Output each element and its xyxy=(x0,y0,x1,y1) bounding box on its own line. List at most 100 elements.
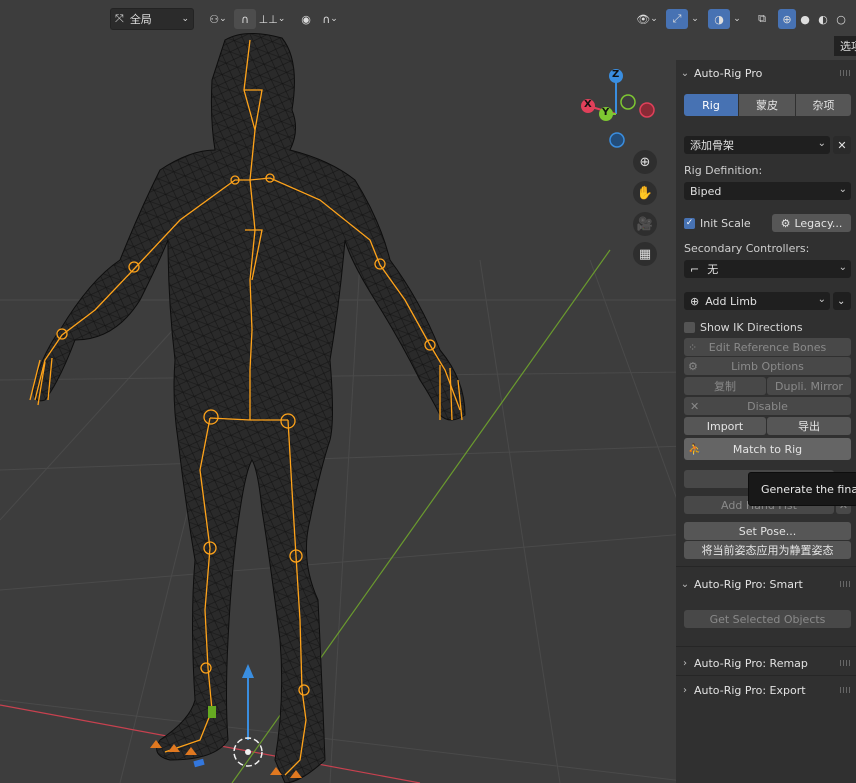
checkbox-unchecked-icon xyxy=(684,321,695,333)
rig-definition-row: Biped ⌄ xyxy=(684,182,851,200)
shading-solid[interactable]: ● xyxy=(796,9,814,29)
add-limb-label: Add Limb xyxy=(705,294,757,308)
add-armature-value: 添加骨架 xyxy=(690,139,734,152)
hand-icon: ✋ xyxy=(636,185,654,201)
add-limb-options-dropdown[interactable]: ⌄ xyxy=(833,292,851,310)
remap-section-title: Auto-Rig Pro: Remap xyxy=(694,656,808,670)
ortho-toggle-button[interactable]: ▦ xyxy=(633,242,657,266)
chevron-down-icon: ⌄ xyxy=(733,14,741,24)
eye-icon: 👁 xyxy=(636,12,651,26)
chevron-right-icon: › xyxy=(683,684,687,696)
chevron-down-icon: ⌄ xyxy=(838,184,847,195)
origin-gizmo[interactable] xyxy=(233,664,263,767)
add-armature-dropdown[interactable]: 添加骨架 ⌄ xyxy=(684,136,830,154)
chevron-down-icon: ⌄ xyxy=(680,67,690,79)
add-limb-dropdown[interactable]: ⊕ Add Limb ⌄ xyxy=(684,292,830,310)
camera-view-button[interactable]: 🎥 xyxy=(633,212,657,236)
rig-definition-dropdown[interactable]: Biped ⌄ xyxy=(684,182,851,200)
sidebar-tab[interactable]: 选项 xyxy=(834,36,856,56)
legacy-button[interactable]: ⚙ Legacy... xyxy=(772,214,851,232)
section-header-export[interactable]: › Auto-Rig Pro: Export xyxy=(676,679,856,701)
falloff-curve-icon: ∩ xyxy=(322,12,331,26)
falloff-dropdown[interactable]: ∩ ⌄ xyxy=(316,9,344,29)
tab-skin[interactable]: 蒙皮 xyxy=(739,94,795,116)
chevron-down-icon: ⌄ xyxy=(817,138,826,149)
section-header-smart[interactable]: ⌄ Auto-Rig Pro: Smart xyxy=(676,573,856,595)
tab-misc[interactable]: 杂项 xyxy=(796,94,851,116)
gizmo-toggle[interactable]: ⤢ xyxy=(666,9,688,29)
add-limb-row: ⊕ Add Limb ⌄ ⌄ xyxy=(684,292,851,310)
drag-grip-icon[interactable] xyxy=(840,70,850,76)
shading-wireframe[interactable]: ⊕ xyxy=(778,9,796,29)
section-header-remap[interactable]: › Auto-Rig Pro: Remap xyxy=(676,652,856,674)
section-divider xyxy=(676,566,856,567)
rig-figure-icon: ⛹ xyxy=(688,442,702,456)
disable-button[interactable]: ✕ Disable xyxy=(684,397,851,415)
proportional-icon: ◉ xyxy=(301,12,311,26)
visibility-dropdown[interactable]: 👁 ⌄ xyxy=(632,9,662,29)
shading-material[interactable]: ◐ xyxy=(814,9,832,29)
export-section-title: Auto-Rig Pro: Export xyxy=(694,683,806,697)
rig-definition-label: Rig Definition: xyxy=(684,164,763,177)
drag-grip-icon[interactable] xyxy=(840,581,850,587)
import-button[interactable]: Import xyxy=(684,417,766,435)
init-scale-checkbox[interactable]: ✓ Init Scale xyxy=(684,217,770,230)
zoom-button[interactable]: ⊕ xyxy=(633,150,657,174)
tab-rig[interactable]: Rig xyxy=(684,94,738,116)
chevron-down-icon: ⌄ xyxy=(838,262,847,273)
root-handle[interactable] xyxy=(193,758,205,768)
snap-target-dropdown[interactable]: ⊥⊥ ⌄ xyxy=(256,9,288,29)
x-axis-label: X xyxy=(584,99,592,110)
xray-toggle[interactable]: ⧉ xyxy=(752,9,772,29)
remove-button[interactable]: ✕ xyxy=(833,136,851,154)
init-scale-label: Init Scale xyxy=(700,216,751,230)
bone-handle[interactable] xyxy=(208,706,216,718)
z-axis-label: Z xyxy=(612,69,620,80)
drag-grip-icon[interactable] xyxy=(840,660,850,666)
wireframe-sphere-icon: ⊕ xyxy=(782,12,792,26)
chevron-down-icon: ⌄ xyxy=(277,14,286,24)
pan-button[interactable]: ✋ xyxy=(633,181,657,205)
chevron-right-icon: › xyxy=(683,657,687,669)
plus-circle-icon: ⊕ xyxy=(690,294,700,308)
match-to-rig-button[interactable]: ⛹ Match to Rig xyxy=(684,438,851,460)
tooltip: Generate the final r xyxy=(748,472,856,506)
legacy-label: Legacy... xyxy=(794,216,843,230)
bone-shape-icon: ⌐ xyxy=(690,262,700,276)
camera-icon: 🎥 xyxy=(636,216,654,232)
secondary-controllers-dropdown[interactable]: ⌐ 无 ⌄ xyxy=(684,260,851,278)
apply-rest-pose-button[interactable]: 将当前姿态应用为静置姿态 xyxy=(684,541,851,559)
show-ik-checkbox[interactable]: Show IK Directions xyxy=(684,321,803,334)
overlay-dropdown[interactable]: ⌄ xyxy=(730,9,744,29)
chevron-down-icon: ⌄ xyxy=(817,294,826,305)
pivot-icon: ⚇ xyxy=(209,12,220,26)
snap-toggle[interactable]: ∩ xyxy=(234,9,256,29)
drag-grip-icon[interactable] xyxy=(840,687,850,693)
section-header-main[interactable]: ⌄ Auto-Rig Pro xyxy=(676,62,856,84)
transform-orientation-dropdown[interactable]: ⤧ 全局 ⌄ xyxy=(110,8,194,30)
limb-options-label: Limb Options xyxy=(731,359,804,373)
snap-increment-icon: ⊥⊥ xyxy=(258,12,278,26)
get-selected-row: Get Selected Objects xyxy=(684,610,851,628)
pivot-point-dropdown[interactable]: ⚇ ⌄ xyxy=(202,9,234,29)
shading-rendered[interactable]: ○ xyxy=(832,9,850,29)
gizmo-icon: ⤢ xyxy=(672,12,682,25)
set-pose-button[interactable]: Set Pose... xyxy=(684,522,851,540)
disable-row: ✕ Disable xyxy=(684,397,851,415)
gizmo-dropdown[interactable]: ⌄ xyxy=(688,9,702,29)
show-ik-label: Show IK Directions xyxy=(700,320,803,334)
secondary-controllers-label: Secondary Controllers: xyxy=(684,242,810,255)
match-to-rig-label: Match to Rig xyxy=(732,442,803,456)
chevron-down-icon: ⌄ xyxy=(691,14,699,24)
limb-options-button[interactable]: ⚙ Limb Options xyxy=(684,357,851,375)
duplicate-button[interactable]: 复制 xyxy=(684,377,766,395)
overlay-toggle[interactable]: ◑ xyxy=(708,9,730,29)
navigation-gizmo[interactable]: Z X Y xyxy=(576,66,656,150)
dupli-mirror-button[interactable]: Dupli. Mirror xyxy=(767,377,851,395)
get-selected-objects-button[interactable]: Get Selected Objects xyxy=(684,610,851,628)
edit-reference-bones-button[interactable]: ⁘ Edit Reference Bones xyxy=(684,338,851,356)
proportional-edit-toggle[interactable]: ◉ xyxy=(296,9,316,29)
export-button[interactable]: 导出 xyxy=(767,417,851,435)
viewport-header-right: 👁 ⌄ ⤢ ⌄ ◑ ⌄ ⧉ ⊕ ● ◐ ○ xyxy=(632,8,850,30)
close-icon: ✕ xyxy=(690,399,700,413)
